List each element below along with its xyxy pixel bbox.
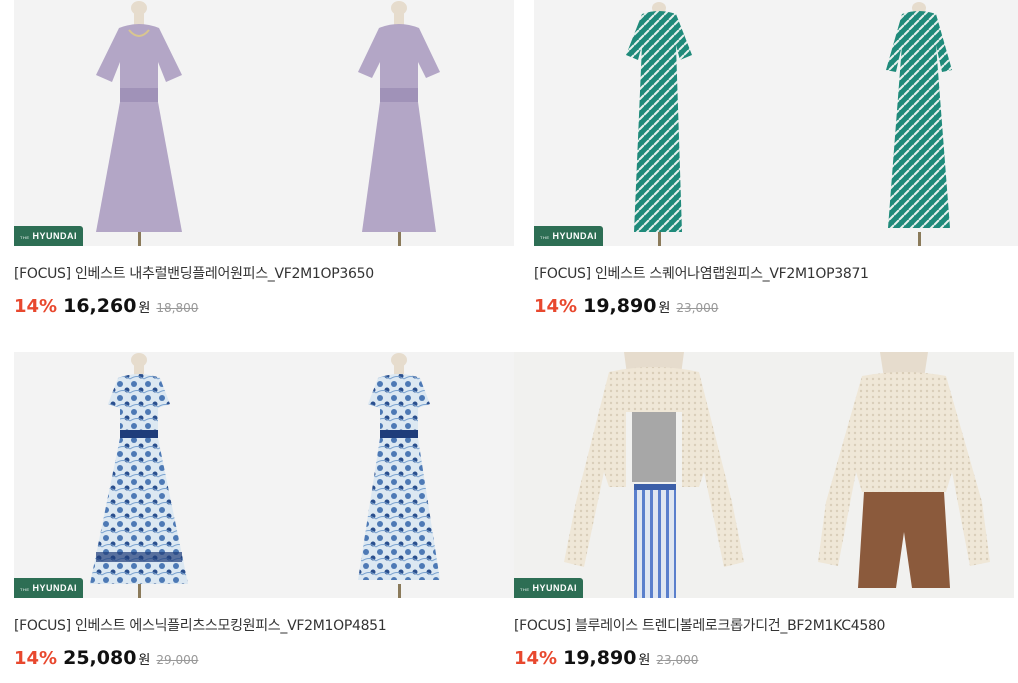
original-price: 29,000 [156,653,199,667]
price-row: 14% 19,890 원 23,000 [514,647,1014,669]
product-image[interactable]: THE HYUNDAI [14,352,514,598]
sale-price: 16,260 [63,295,137,317]
cardigan-front-image [564,352,744,598]
original-price: 23,000 [656,653,699,667]
product-title[interactable]: [FOCUS] 인베스트 내추럴밴딩플레어원피스_VF2M1OP3650 [14,263,514,283]
price-row: 14% 25,080 원 29,000 [14,647,514,669]
badge-prefix: THE [540,235,550,240]
discount-rate: 14% [534,296,578,317]
product-card[interactable]: THE HYUNDAI [FOCUS] 블루레이스 트렌디볼레로크롭가디건_BF… [514,352,1014,669]
cardigan-back-image [818,352,990,588]
badge-brand: HYUNDAI [552,231,598,241]
currency-label: 원 [138,653,151,668]
price-row: 14% 19,890 원 23,000 [534,295,1018,317]
original-price: 23,000 [676,301,719,315]
price-row: 14% 16,260 원 18,800 [14,295,514,317]
product-card[interactable]: THE HYUNDAI [FOCUS] 인베스트 에스닉플리츠스모킹원피스_VF… [14,352,514,669]
sale-price: 19,890 [583,295,657,317]
product-card[interactable]: THE HYUNDAI [FOCUS] 인베스트 내추럴밴딩플레어원피스_VF2… [14,0,514,317]
product-card[interactable]: THE HYUNDAI [FOCUS] 인베스트 스퀘어나염랩원피스_VF2M1… [534,0,1018,317]
dress-front-image [90,353,188,598]
badge-prefix: THE [20,587,30,592]
the-hyundai-badge: THE HYUNDAI [534,226,604,246]
product-image[interactable]: THE HYUNDAI [514,352,1014,598]
dress-front-image [96,1,182,246]
currency-label: 원 [638,653,651,668]
currency-label: 원 [138,301,151,316]
original-price: 18,800 [156,301,199,315]
dress-front-image [626,2,692,246]
sale-price: 25,080 [63,647,137,669]
badge-brand: HYUNDAI [32,231,78,241]
currency-label: 원 [658,301,671,316]
dress-back-image [358,1,440,246]
product-title[interactable]: [FOCUS] 블루레이스 트렌디볼레로크롭가디건_BF2M1KC4580 [514,615,1014,635]
product-image[interactable]: THE HYUNDAI [14,0,514,246]
the-hyundai-badge: THE HYUNDAI [14,226,84,246]
product-title[interactable]: [FOCUS] 인베스트 에스닉플리츠스모킹원피스_VF2M1OP4851 [14,615,514,635]
badge-prefix: THE [20,235,30,240]
product-grid: THE HYUNDAI [FOCUS] 인베스트 내추럴밴딩플레어원피스_VF2… [0,0,1018,683]
discount-rate: 14% [14,648,58,669]
product-image[interactable]: THE HYUNDAI [534,0,1018,246]
badge-brand: HYUNDAI [532,583,578,593]
badge-prefix: THE [520,587,530,592]
sale-price: 19,890 [563,647,637,669]
dress-back-image [886,2,952,246]
badge-brand: HYUNDAI [32,583,78,593]
product-title[interactable]: [FOCUS] 인베스트 스퀘어나염랩원피스_VF2M1OP3871 [534,263,1018,283]
dress-back-image [358,353,440,598]
the-hyundai-badge: THE HYUNDAI [14,578,84,598]
discount-rate: 14% [514,648,558,669]
the-hyundai-badge: THE HYUNDAI [514,578,584,598]
discount-rate: 14% [14,296,58,317]
